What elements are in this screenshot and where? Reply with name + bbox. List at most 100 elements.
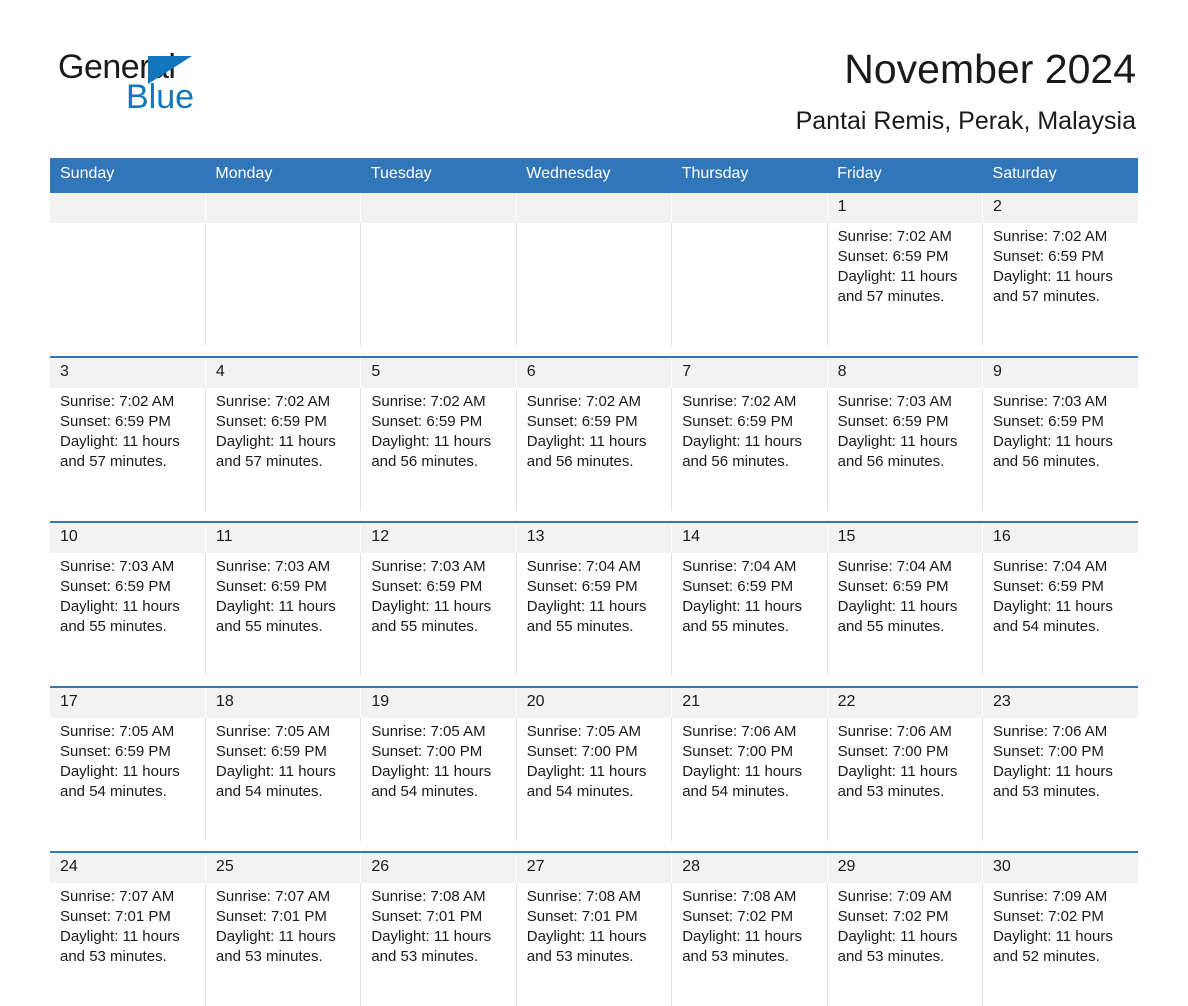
day-cell-7[interactable]: Sunrise: 7:02 AM Sunset: 6:59 PM Daylight:… [671, 387, 828, 511]
day-cell-24[interactable]: Sunrise: 7:07 AM Sunset: 7:01 PM Daylight:… [50, 882, 206, 1006]
day-cell-8[interactable]: Sunrise: 7:03 AM Sunset: 6:59 PM Daylight:… [827, 387, 984, 511]
day-number-26[interactable]: 26 [360, 850, 517, 883]
day-number-6[interactable]: 6 [516, 355, 673, 388]
day-number-11[interactable]: 11 [205, 520, 362, 553]
day-cell-30[interactable]: Sunrise: 7:09 AM Sunset: 7:02 PM Daylight:… [982, 882, 1138, 1006]
day-cell-11[interactable]: Sunrise: 7:03 AM Sunset: 6:59 PM Daylight:… [205, 552, 362, 676]
day-number-7[interactable]: 7 [671, 355, 828, 388]
page-title: November 2024 [844, 46, 1136, 92]
day-number-20[interactable]: 20 [516, 685, 673, 718]
day-number-21[interactable]: 21 [671, 685, 828, 718]
day-cell-4[interactable]: Sunrise: 7:02 AM Sunset: 6:59 PM Daylight:… [205, 387, 362, 511]
day-15-line-1: Sunset: 6:59 PM [837, 577, 949, 595]
day-number-5[interactable]: 5 [360, 355, 517, 388]
day-12-line-0: Sunrise: 7:03 AM [371, 557, 486, 575]
day-4-line-1: Sunset: 6:59 PM [215, 412, 327, 430]
week-spacer-cell [50, 675, 1138, 687]
day-28-line-3: and 53 minutes. [682, 947, 789, 965]
day-cell-25[interactable]: Sunrise: 7:07 AM Sunset: 7:01 PM Daylight:… [205, 882, 362, 1006]
day-number-17[interactable]: 17 [50, 685, 206, 718]
day-26-line-3: and 53 minutes. [371, 947, 479, 965]
day-number-16[interactable]: 16 [982, 520, 1138, 553]
day-cell-empty [205, 222, 362, 346]
day-number-row: 10 11 12 13 14 15 16 [50, 520, 1138, 553]
day-24-line-2: Daylight: 11 hours [60, 927, 180, 945]
day-cell-28[interactable]: Sunrise: 7:08 AM Sunset: 7:02 PM Daylight:… [671, 882, 828, 1006]
day-cell-6[interactable]: Sunrise: 7:02 AM Sunset: 6:59 PM Daylight:… [516, 387, 673, 511]
day-14-line-3: and 55 minutes. [682, 617, 789, 635]
day-number-12[interactable]: 12 [360, 520, 517, 553]
day-cell-3[interactable]: Sunrise: 7:02 AM Sunset: 6:59 PM Daylight:… [50, 387, 206, 511]
day-number-10[interactable]: 10 [50, 520, 206, 553]
day-18-line-1: Sunset: 6:59 PM [215, 742, 327, 760]
weekday-header-wednesday: Wednesday [516, 157, 672, 192]
page-header: General Blue November 2024 Pantai Remis,… [0, 0, 1188, 136]
day-2-line-0: Sunrise: 7:02 AM [993, 227, 1108, 245]
day-number-15[interactable]: 15 [827, 520, 984, 553]
day-30-line-3: and 52 minutes. [993, 947, 1100, 965]
day-8-line-1: Sunset: 6:59 PM [837, 412, 949, 430]
day-number-14[interactable]: 14 [671, 520, 828, 553]
day-number-22[interactable]: 22 [827, 685, 984, 718]
day-number-18[interactable]: 18 [205, 685, 362, 718]
weekday-header-row: Sunday Monday Tuesday Wednesday Thursday Frid… [50, 157, 1138, 192]
day-3-line-3: and 57 minutes. [60, 452, 167, 470]
day-cell-20[interactable]: Sunrise: 7:05 AM Sunset: 7:00 PM Daylight:… [516, 717, 673, 841]
day-number-4[interactable]: 4 [205, 355, 362, 388]
day-cell-1[interactable]: Sunrise: 7:02 AM Sunset: 6:59 PM Daylight:… [827, 222, 984, 346]
week-spacer [50, 510, 1138, 522]
day-cell-16[interactable]: Sunrise: 7:04 AM Sunset: 6:59 PM Daylight:… [982, 552, 1138, 676]
day-11-line-1: Sunset: 6:59 PM [215, 577, 327, 595]
day-number-23[interactable]: 23 [982, 685, 1138, 718]
day-7-line-0: Sunrise: 7:02 AM [682, 392, 797, 410]
weekday-header-friday: Friday [827, 157, 983, 192]
day-cell-14[interactable]: Sunrise: 7:04 AM Sunset: 6:59 PM Daylight:… [671, 552, 828, 676]
day-cell-23[interactable]: Sunrise: 7:06 AM Sunset: 7:00 PM Daylight:… [982, 717, 1138, 841]
day-19-line-1: Sunset: 7:00 PM [371, 742, 483, 760]
day-number-1[interactable]: 1 [827, 190, 984, 223]
day-cell-10[interactable]: Sunrise: 7:03 AM Sunset: 6:59 PM Daylight:… [50, 552, 206, 676]
day-15-line-2: Daylight: 11 hours [837, 597, 958, 615]
day-number-25[interactable]: 25 [205, 850, 362, 883]
day-8-line-3: and 56 minutes. [837, 452, 945, 470]
day-29-line-0: Sunrise: 7:09 AM [837, 887, 952, 905]
day-cell-22[interactable]: Sunrise: 7:06 AM Sunset: 7:00 PM Daylight:… [827, 717, 984, 841]
day-cell-13[interactable]: Sunrise: 7:04 AM Sunset: 6:59 PM Daylight:… [516, 552, 673, 676]
day-cell-19[interactable]: Sunrise: 7:05 AM Sunset: 7:00 PM Daylight:… [360, 717, 517, 841]
day-number-27[interactable]: 27 [516, 850, 673, 883]
day-cell-18[interactable]: Sunrise: 7:05 AM Sunset: 6:59 PM Daylight:… [205, 717, 362, 841]
day-number-9[interactable]: 9 [982, 355, 1138, 388]
day-7-line-3: and 56 minutes. [682, 452, 789, 470]
day-number-19[interactable]: 19 [360, 685, 517, 718]
day-26-line-1: Sunset: 7:01 PM [371, 907, 483, 925]
day-22-line-2: Daylight: 11 hours [837, 762, 958, 780]
day-cell-empty [360, 222, 517, 346]
day-number-13[interactable]: 13 [516, 520, 673, 553]
generalblue-logo[interactable]: General Blue [52, 44, 242, 124]
day-cell-26[interactable]: Sunrise: 7:08 AM Sunset: 7:01 PM Daylight:… [360, 882, 517, 1006]
day-number-3[interactable]: 3 [50, 355, 206, 388]
day-13-line-1: Sunset: 6:59 PM [526, 577, 638, 595]
day-cell-15[interactable]: Sunrise: 7:04 AM Sunset: 6:59 PM Daylight:… [827, 552, 984, 676]
day-cell-9[interactable]: Sunrise: 7:03 AM Sunset: 6:59 PM Daylight:… [982, 387, 1138, 511]
day-number-29[interactable]: 29 [827, 850, 984, 883]
day-cell-27[interactable]: Sunrise: 7:08 AM Sunset: 7:01 PM Daylight:… [516, 882, 673, 1006]
day-cell-21[interactable]: Sunrise: 7:06 AM Sunset: 7:00 PM Daylight:… [671, 717, 828, 841]
day-24-line-3: and 53 minutes. [60, 947, 167, 965]
day-number-30[interactable]: 30 [982, 850, 1138, 883]
day-cell-17[interactable]: Sunrise: 7:05 AM Sunset: 6:59 PM Daylight:… [50, 717, 206, 841]
day-3-line-2: Daylight: 11 hours [60, 432, 180, 450]
day-cell-2[interactable]: Sunrise: 7:02 AM Sunset: 6:59 PM Daylight:… [982, 222, 1138, 346]
day-29-line-3: and 53 minutes. [837, 947, 945, 965]
day-number-8[interactable]: 8 [827, 355, 984, 388]
day-cell-12[interactable]: Sunrise: 7:03 AM Sunset: 6:59 PM Daylight:… [360, 552, 517, 676]
day-21-line-2: Daylight: 11 hours [682, 762, 802, 780]
day-30-line-1: Sunset: 7:02 PM [993, 907, 1104, 925]
day-number-empty [671, 190, 828, 223]
day-28-line-2: Daylight: 11 hours [682, 927, 802, 945]
day-number-28[interactable]: 28 [671, 850, 828, 883]
day-number-24[interactable]: 24 [50, 850, 206, 883]
day-number-2[interactable]: 2 [982, 190, 1138, 223]
day-cell-5[interactable]: Sunrise: 7:02 AM Sunset: 6:59 PM Daylight:… [360, 387, 517, 511]
day-cell-29[interactable]: Sunrise: 7:09 AM Sunset: 7:02 PM Daylight:… [827, 882, 984, 1006]
